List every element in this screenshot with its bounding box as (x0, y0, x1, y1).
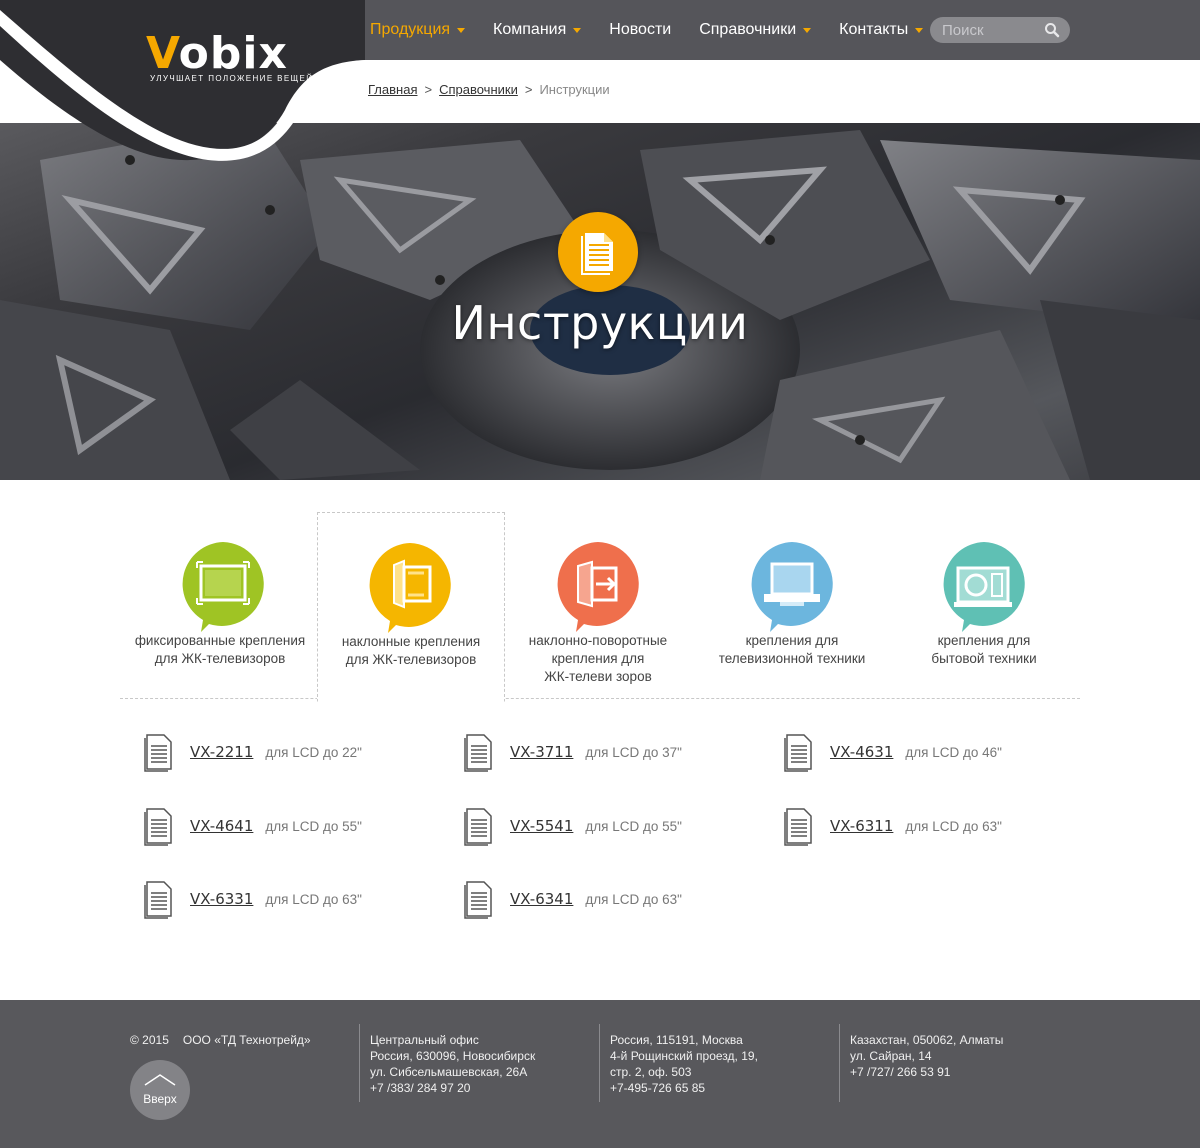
document-icon (464, 808, 492, 846)
logo-wordmark: Vobix (146, 28, 288, 79)
nav-item-products[interactable]: Продукция (370, 21, 466, 39)
document-icon (784, 808, 812, 846)
breadcrumb-current: Инструкции (539, 82, 610, 97)
document-icon (784, 734, 812, 772)
vobix-logo[interactable]: Vobix улучшает положение вещей (146, 28, 336, 88)
document-description: для LCD до 46" (905, 744, 1002, 760)
search-input[interactable] (942, 21, 1042, 39)
fixed-mount-icon (182, 542, 264, 632)
document-link[interactable]: VX-2211 для LCD до 22" (144, 732, 362, 772)
nav-item-references[interactable]: Справочники (699, 21, 812, 39)
hero-banner: Vobix улучшает положение вещей Продукция… (0, 0, 1200, 480)
breadcrumb-home-link[interactable]: Главная (368, 82, 417, 97)
document-icon (464, 881, 492, 919)
tv-mount-icon (751, 542, 833, 632)
phone-link[interactable]: +7 /727/ 266 53 91 (850, 1064, 1003, 1080)
office-almaty: Казахстан, 050062, Алматы ул. Сайран, 14… (839, 1024, 1003, 1102)
document-icon (144, 808, 172, 846)
category-tilt-mounts[interactable]: наклонные крепления для ЖК-телевизоров (317, 512, 505, 702)
phone-link[interactable]: +7 /383/ 284 97 20 (370, 1080, 535, 1096)
document-description: для LCD до 37" (585, 744, 682, 760)
nav-item-news[interactable]: Новости (609, 21, 671, 39)
document-description: для LCD до 63" (585, 891, 682, 907)
back-to-top-button[interactable]: Вверх (130, 1060, 190, 1120)
document-icon (144, 734, 172, 772)
category-label: наклонно-поворотные крепления для ЖК-телев… (528, 633, 668, 684)
document-link[interactable]: VX-6341 для LCD до 63" (464, 879, 682, 919)
breadcrumb-separator: > (424, 82, 433, 97)
office-novosibirsk: Центральный офис Россия, 630096, Новосиб… (359, 1024, 535, 1102)
document-link[interactable]: VX-6311 для LCD до 63" (784, 806, 1002, 846)
document-code: VX-5541 (510, 817, 574, 835)
document-link[interactable]: VX-4641 для LCD до 55" (144, 806, 362, 846)
office-moscow: Россия, 115191, Москва 4-й Рощинский про… (599, 1024, 758, 1102)
document-code: VX-2211 (190, 743, 254, 761)
category-swivel-mounts[interactable]: наклонно-поворотные крепления для ЖК-телев… (504, 512, 692, 700)
document-description: для LCD до 55" (585, 818, 682, 834)
chevron-up-icon (144, 1074, 176, 1086)
nav-item-contacts[interactable]: Контакты (839, 21, 924, 39)
hero-document-icon (558, 212, 638, 292)
copyright: © 2015 ООО «ТД Технотрейд» (130, 1033, 311, 1047)
category-label: фиксированные крепления для ЖК-телевизоро… (134, 633, 306, 666)
document-code: VX-6341 (510, 890, 574, 908)
document-link[interactable]: VX-3711 для LCD до 37" (464, 732, 682, 772)
category-tv-equipment-mounts[interactable]: крепления для телевизионной техники (698, 512, 886, 700)
category-label: крепления для телевизионной техники (718, 633, 866, 666)
nav-item-company[interactable]: Компания (493, 21, 582, 39)
tilt-mount-icon (369, 543, 451, 633)
search-box (930, 17, 1070, 43)
site-footer: © 2015 ООО «ТД Технотрейд» Вверх Централь… (0, 1000, 1200, 1148)
search-icon[interactable] (1044, 22, 1060, 38)
category-label: наклонные крепления для ЖК-телевизоров (341, 634, 481, 667)
category-appliance-mounts[interactable]: крепления для бытовой техники (890, 512, 1078, 700)
page-title: Инструкции (451, 296, 749, 350)
swivel-mount-icon (557, 542, 639, 632)
category-tabs: фиксированные крепления для ЖК-телевизоро… (120, 512, 1080, 702)
back-to-top-label: Вверх (143, 1092, 177, 1106)
chevron-down-icon (457, 27, 466, 33)
document-description: для LCD до 22" (265, 744, 362, 760)
appliance-mount-icon (943, 542, 1025, 632)
document-code: VX-4631 (830, 743, 894, 761)
main-nav: Продукция Компания Новости Справочники К… (370, 0, 951, 60)
document-code: VX-6311 (830, 817, 894, 835)
breadcrumb-section-link[interactable]: Справочники (439, 82, 518, 97)
category-label: крепления для бытовой техники (931, 633, 1037, 666)
chevron-down-icon (915, 27, 924, 33)
document-link[interactable]: VX-5541 для LCD до 55" (464, 806, 682, 846)
document-icon (464, 734, 492, 772)
document-code: VX-3711 (510, 743, 574, 761)
document-description: для LCD до 55" (265, 818, 362, 834)
breadcrumb: Главная > Справочники > Инструкции (368, 82, 610, 97)
document-icon (581, 233, 613, 275)
phone-link[interactable]: +7-495-726 65 85 (610, 1080, 758, 1096)
chevron-down-icon (803, 27, 812, 33)
document-code: VX-6331 (190, 890, 254, 908)
document-link[interactable]: VX-6331 для LCD до 63" (144, 879, 362, 919)
document-link[interactable]: VX-4631 для LCD до 46" (784, 732, 1002, 772)
document-description: для LCD до 63" (265, 891, 362, 907)
document-description: для LCD до 63" (905, 818, 1002, 834)
category-fixed-mounts[interactable]: фиксированные крепления для ЖК-телевизоро… (126, 512, 314, 700)
document-icon (144, 881, 172, 919)
breadcrumb-separator: > (524, 82, 533, 97)
logo-tagline: улучшает положение вещей (150, 74, 314, 83)
chevron-down-icon (573, 27, 582, 33)
document-code: VX-4641 (190, 817, 254, 835)
